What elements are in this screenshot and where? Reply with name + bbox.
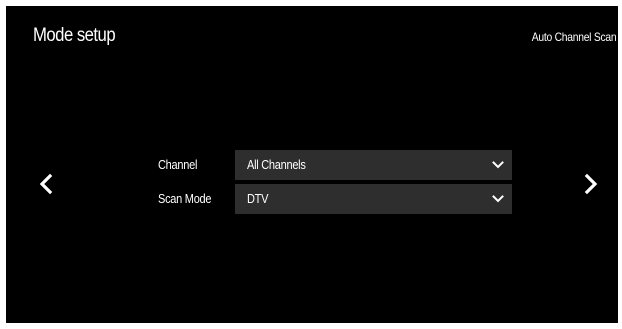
scan-mode-label: Scan Mode [158, 192, 212, 206]
page-title: Mode setup [33, 25, 116, 46]
channel-selected-value: All Channels [247, 158, 306, 172]
chevron-right-icon [584, 173, 598, 195]
channel-dropdown[interactable]: All Channels [235, 150, 512, 180]
next-page-button[interactable] [578, 172, 602, 196]
chevron-down-icon [492, 160, 504, 170]
previous-page-button[interactable] [35, 172, 59, 196]
page-subtitle: Auto Channel Scan [531, 30, 616, 44]
scan-mode-dropdown[interactable]: DTV [235, 184, 512, 214]
chevron-left-icon [39, 173, 53, 195]
mode-setup-screen: Mode setup Auto Channel Scan Channel All… [6, 6, 618, 323]
scan-mode-selected-value: DTV [247, 192, 269, 206]
channel-label: Channel [158, 158, 198, 172]
chevron-down-icon [492, 194, 504, 204]
